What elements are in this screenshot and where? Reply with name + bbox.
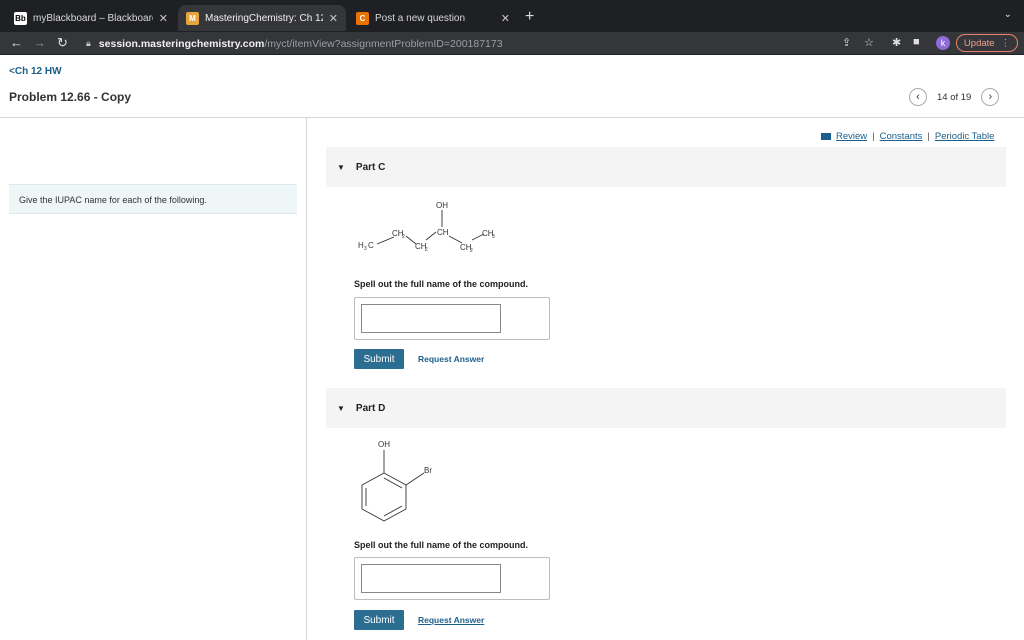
- tab-chegg[interactable]: C Post a new question ✕: [348, 5, 518, 31]
- structure-label-c: C: [368, 241, 374, 250]
- more-menu-icon: ⋮: [1000, 37, 1011, 49]
- part-d-submit-button[interactable]: Submit: [354, 610, 404, 630]
- tab-title: MasteringChemistry: Ch 12 HW: [205, 12, 323, 24]
- separator: |: [927, 131, 930, 142]
- mastering-favicon-icon: M: [186, 11, 199, 25]
- back-link-label: Ch 12 HW: [14, 66, 62, 77]
- profile-avatar[interactable]: k: [936, 36, 950, 50]
- instruction-panel: Give the IUPAC name for each of the foll…: [9, 184, 297, 214]
- part-c-structure: OH CH CH 2 CH 2 CH 2 CH 3 H 3 C: [358, 201, 495, 254]
- part-d-answer-box: [354, 557, 550, 600]
- part-d-request-answer-link[interactable]: Request Answer: [418, 615, 484, 625]
- close-tab-icon[interactable]: ✕: [159, 12, 168, 25]
- lock-icon: 🔒︎: [86, 38, 91, 48]
- blackboard-favicon-icon: Bb: [14, 11, 27, 25]
- header-divider: [0, 117, 1024, 118]
- part-d-header[interactable]: ▼ Part D: [326, 388, 1006, 428]
- part-d-answer-input[interactable]: [361, 564, 501, 593]
- collapse-triangle-icon: ▼: [337, 403, 345, 413]
- subscript-2: 2: [402, 234, 405, 240]
- tab-blackboard[interactable]: Bb myBlackboard – Blackboard Le ✕: [6, 5, 176, 31]
- address-bar[interactable]: 🔒︎ session.masteringchemistry.com /myct/…: [80, 34, 880, 53]
- part-d-structure: OH Br: [361, 440, 432, 522]
- tab-search-chevron-icon[interactable]: ⌄: [1004, 9, 1012, 20]
- chegg-favicon-icon: C: [356, 11, 369, 25]
- new-tab-icon[interactable]: +: [525, 8, 534, 26]
- problem-pager: ‹ 14 of 19 ›: [909, 88, 1000, 106]
- resources-bar: Review | Constants | Periodic Table: [821, 131, 994, 142]
- part-c-header[interactable]: ▼ Part C: [326, 147, 1006, 187]
- browser-tab-bar: Bb myBlackboard – Blackboard Le ✕ M Mast…: [0, 0, 1024, 32]
- back-to-assignment-link[interactable]: <Ch 12 HW: [9, 66, 62, 77]
- part-c-request-answer-link[interactable]: Request Answer: [418, 354, 484, 364]
- forward-arrow-icon[interactable]: →: [33, 35, 46, 50]
- side-panel-icon[interactable]: ■: [913, 36, 920, 48]
- extensions-icon[interactable]: ✱: [892, 36, 901, 49]
- subscript-2: 2: [470, 248, 473, 254]
- part-c-answer-box: [354, 297, 550, 340]
- tab-mastering[interactable]: M MasteringChemistry: Ch 12 HW ✕: [178, 5, 346, 31]
- structure-label-ch: CH: [437, 228, 449, 237]
- url-path: /myct/itemView?assignmentProblemID=20018…: [264, 37, 503, 50]
- browser-toolbar: ← → ↻ 🔒︎ session.masteringchemistry.com …: [0, 32, 1024, 55]
- close-tab-icon[interactable]: ✕: [329, 12, 338, 25]
- periodic-table-link[interactable]: Periodic Table: [935, 131, 995, 142]
- separator: |: [872, 131, 875, 142]
- bookmark-star-icon[interactable]: ☆: [864, 36, 874, 49]
- subscript-3: 3: [492, 234, 495, 240]
- part-label: Part C: [355, 161, 386, 173]
- subscript-2: 2: [425, 247, 428, 253]
- tab-title: myBlackboard – Blackboard Le: [33, 12, 153, 24]
- update-button[interactable]: Update ⋮: [956, 34, 1018, 52]
- structure-label-oh: OH: [378, 440, 390, 449]
- url-host: session.masteringchemistry.com: [98, 37, 265, 50]
- pane-divider: [306, 118, 307, 640]
- structure-label-br: Br: [424, 466, 432, 475]
- pager-count: 14 of 19: [937, 91, 972, 103]
- part-c-prompt: Spell out the full name of the compound.: [354, 279, 528, 289]
- part-d-prompt: Spell out the full name of the compound.: [354, 540, 528, 550]
- reload-icon[interactable]: ↻: [57, 35, 68, 51]
- book-icon: [821, 133, 831, 140]
- update-label: Update: [963, 37, 995, 49]
- subscript-3: 3: [364, 246, 367, 252]
- share-icon[interactable]: ⇪: [842, 36, 851, 49]
- close-tab-icon[interactable]: ✕: [501, 12, 510, 25]
- constants-link[interactable]: Constants: [880, 131, 923, 142]
- tab-title: Post a new question: [375, 12, 466, 24]
- back-arrow-icon[interactable]: ←: [10, 35, 23, 50]
- part-c-answer-input[interactable]: [361, 304, 501, 333]
- next-problem-button[interactable]: ›: [981, 88, 1000, 106]
- problem-title: Problem 12.66 - Copy: [9, 90, 132, 104]
- collapse-triangle-icon: ▼: [337, 162, 345, 172]
- part-c-submit-button[interactable]: Submit: [354, 349, 404, 369]
- structure-label-oh: OH: [436, 201, 448, 210]
- previous-problem-button[interactable]: ‹: [909, 88, 927, 106]
- review-link[interactable]: Review: [836, 131, 867, 142]
- part-label: Part D: [355, 402, 386, 414]
